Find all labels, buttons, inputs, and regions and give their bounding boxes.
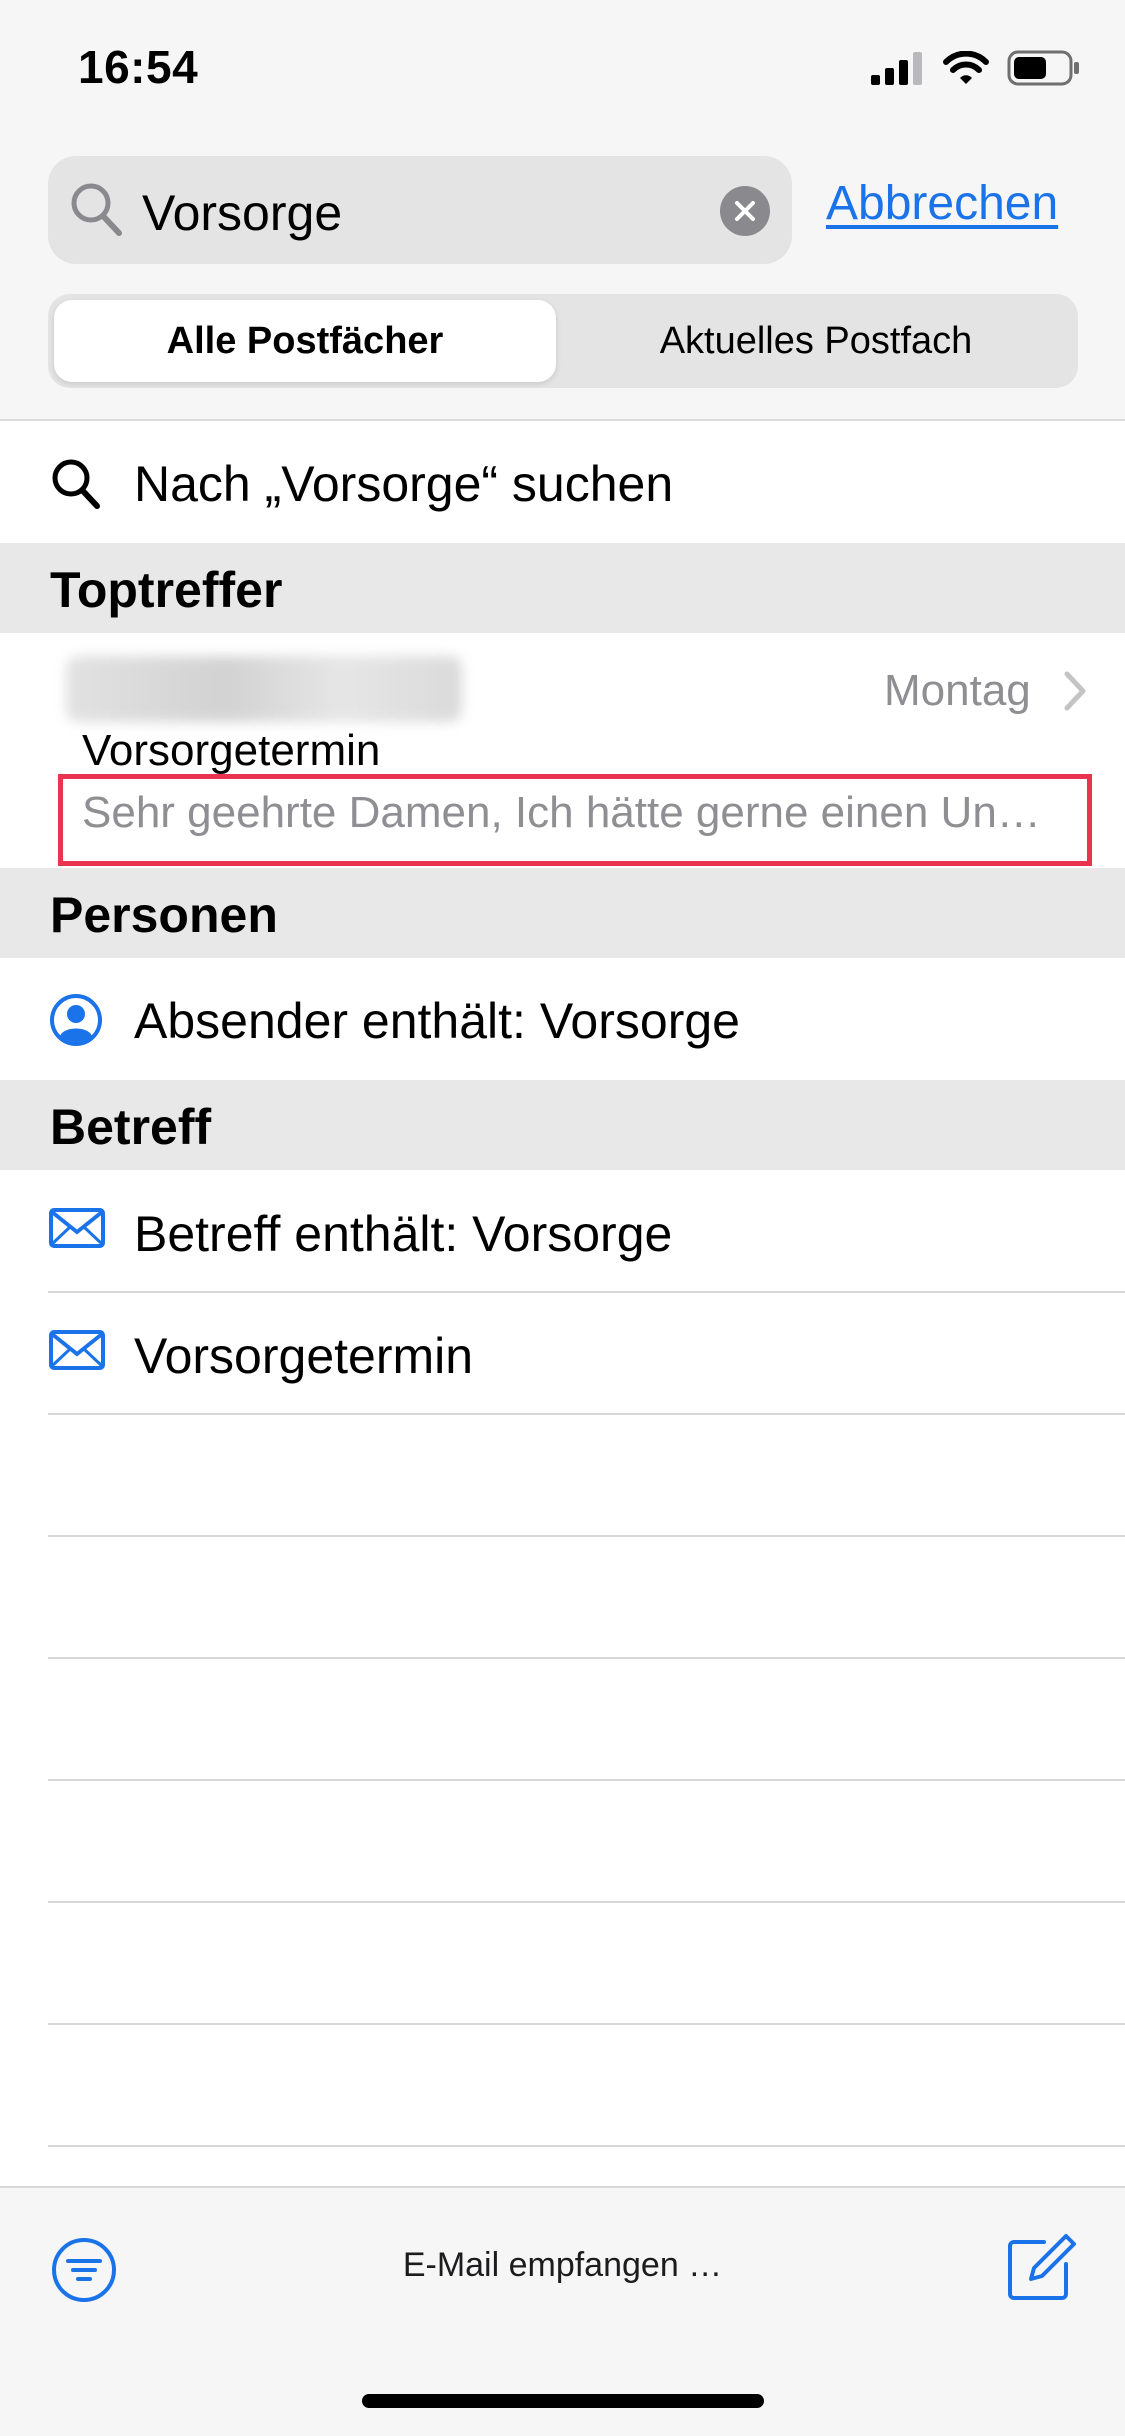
envelope-icon (49, 1208, 105, 1248)
battery-icon (1007, 50, 1079, 86)
row-divider (48, 1657, 1125, 1659)
subject-row-label: Vorsorgetermin (134, 1328, 474, 1384)
search-icon (71, 183, 122, 236)
search-icon (52, 459, 100, 509)
close-icon (735, 201, 755, 221)
mailbox-scope-control: Alle Postfächer Aktuelles Postfach (48, 294, 1078, 388)
subject-row-message[interactable]: Vorsorgetermin (0, 1293, 1125, 1415)
row-divider (48, 2145, 1125, 2147)
section-header-top-hits: Toptreffer (0, 543, 1125, 633)
people-row-sender-contains[interactable]: Absender enthält: Vorsorge (0, 958, 1125, 1080)
row-divider (48, 1901, 1125, 1903)
row-divider (48, 1535, 1125, 1537)
clear-search-button[interactable] (720, 186, 770, 236)
envelope-icon (49, 1330, 105, 1370)
message-date: Montag (884, 666, 1031, 715)
cancel-button[interactable]: Abbrechen (826, 176, 1058, 231)
person-circle-icon (50, 994, 102, 1046)
section-header-subject: Betreff (0, 1080, 1125, 1170)
search-field[interactable]: Vorsorge (48, 156, 792, 264)
people-row-label: Absender enthält: Vorsorge (134, 993, 740, 1049)
row-divider (48, 2023, 1125, 2025)
chevron-right-icon (1064, 671, 1086, 711)
status-icons (869, 48, 1081, 88)
search-suggestion-row[interactable]: Nach „Vorsorge“ suchen (0, 421, 1125, 543)
redacted-sender (66, 656, 462, 722)
mail-search-screen: 16:54 Vorsorge Abbrechen Alle Postfächer… (0, 0, 1125, 2436)
section-header-people: Personen (0, 868, 1125, 958)
scope-option-all-mailboxes[interactable]: Alle Postfächer (54, 300, 556, 382)
cellular-signal-icon (871, 52, 922, 85)
home-indicator[interactable] (362, 2394, 764, 2408)
message-preview: Sehr geehrte Damen, Ich hätte gerne eine… (82, 788, 1041, 837)
subject-row-contains[interactable]: Betreff enthält: Vorsorge (0, 1171, 1125, 1293)
scope-option-current-mailbox[interactable]: Aktuelles Postfach (560, 300, 1072, 382)
compose-button[interactable] (1004, 2232, 1078, 2309)
row-divider (48, 1413, 1125, 1415)
toolbar-status-text: E-Mail empfangen … (402, 2246, 723, 2284)
row-divider (48, 1779, 1125, 1781)
section-title: Toptreffer (50, 562, 283, 618)
message-subject: Vorsorgetermin (82, 726, 381, 775)
search-input[interactable]: Vorsorge (142, 184, 342, 242)
section-title: Betreff (50, 1099, 212, 1155)
section-title: Personen (50, 887, 278, 943)
compose-icon (1008, 2234, 1076, 2300)
wifi-icon (943, 51, 989, 84)
subject-row-label: Betreff enthält: Vorsorge (134, 1206, 673, 1262)
search-suggestion-label: Nach „Vorsorge“ suchen (134, 456, 674, 512)
status-time: 16:54 (78, 41, 199, 93)
toolbar-divider (0, 2186, 1125, 2188)
